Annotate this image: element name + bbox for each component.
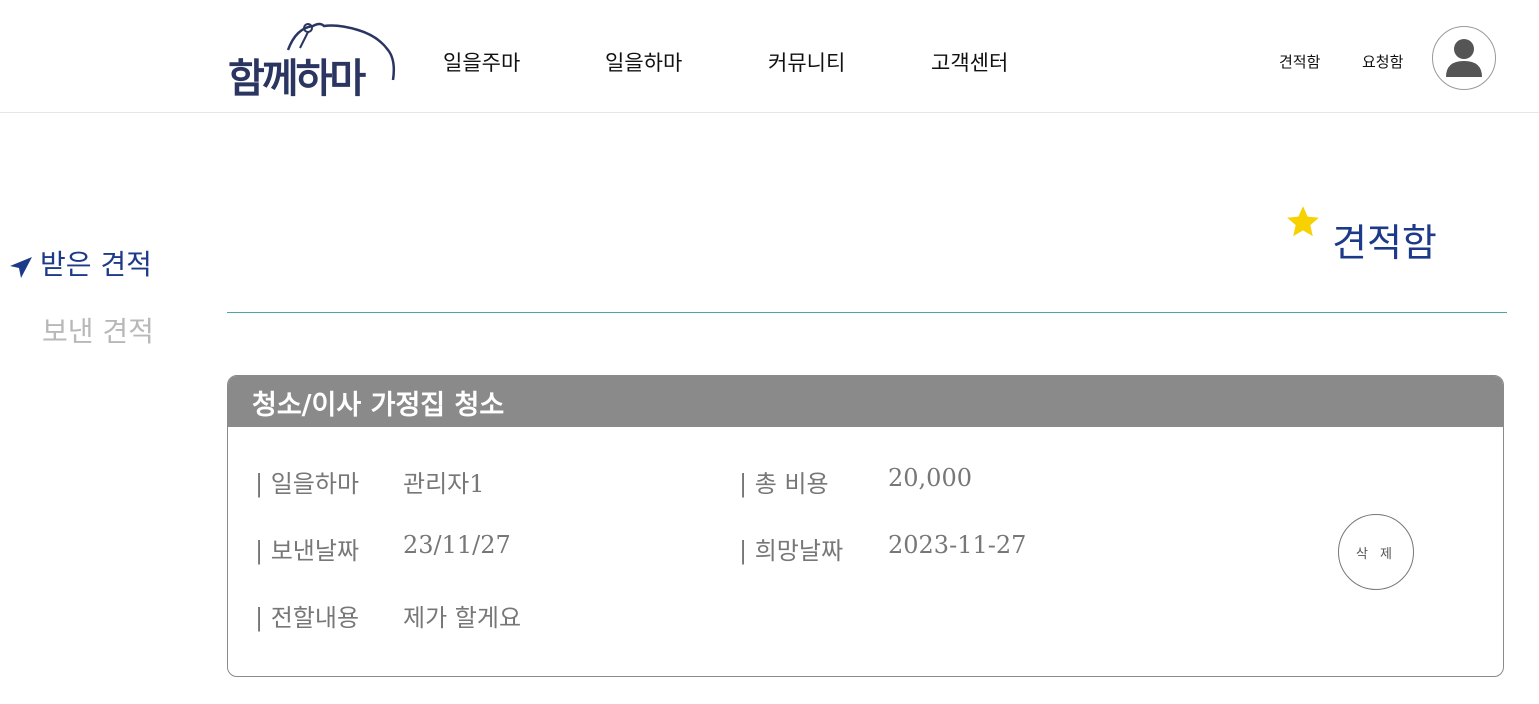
total-cost-label: | 총 비용 [739, 470, 829, 498]
sidebar-item-label: 받은 견적 [40, 248, 152, 281]
message-value: 제가 할게요 [403, 604, 522, 632]
page-title: 견적함 [1332, 221, 1437, 265]
top-header: 함께하마 일을주마 일을하마 커뮤니티 고객센터 견적함 요청함 [0, 0, 1539, 113]
total-cost-value: 20,000 [888, 464, 972, 492]
logo-text: 함께하마 [228, 56, 366, 102]
navigation-arrow-icon [10, 256, 32, 278]
delete-button[interactable]: 삭 제 [1338, 514, 1414, 590]
sent-date-value: 23/11/27 [403, 531, 511, 559]
wish-date-value: 2023-11-27 [888, 531, 1027, 559]
message-label: | 전할내용 [255, 604, 360, 632]
logo[interactable]: 함께하마 [228, 20, 400, 102]
wish-date-label: | 희망날짜 [739, 537, 844, 565]
card-title: 청소/이사 가정집 청소 [228, 376, 1503, 427]
sent-date-label: | 보낸날짜 [255, 537, 360, 565]
worker-label: | 일을하마 [255, 470, 360, 498]
title-divider [227, 312, 1507, 313]
sidebar-item-label: 보낸 견적 [42, 315, 154, 348]
quote-card: 청소/이사 가정집 청소 | 일을하마 관리자1 | 총 비용 20,000 |… [227, 375, 1504, 677]
nav-community[interactable]: 커뮤니티 [768, 47, 845, 77]
sidebar-item-received[interactable]: 받은 견적 [8, 243, 152, 283]
nav-give-work[interactable]: 일을주마 [443, 47, 520, 77]
sidebar-item-sent[interactable]: 보낸 견적 [42, 310, 154, 350]
nav-do-work[interactable]: 일을하마 [605, 47, 682, 77]
user-avatar[interactable] [1432, 26, 1496, 90]
request-box-link[interactable]: 요청함 [1362, 51, 1403, 72]
quote-box-link[interactable]: 견적함 [1279, 51, 1320, 72]
star-icon [1287, 206, 1319, 237]
worker-value: 관리자1 [403, 470, 485, 498]
nav-customer-center[interactable]: 고객센터 [931, 47, 1008, 77]
user-icon [1446, 39, 1482, 77]
